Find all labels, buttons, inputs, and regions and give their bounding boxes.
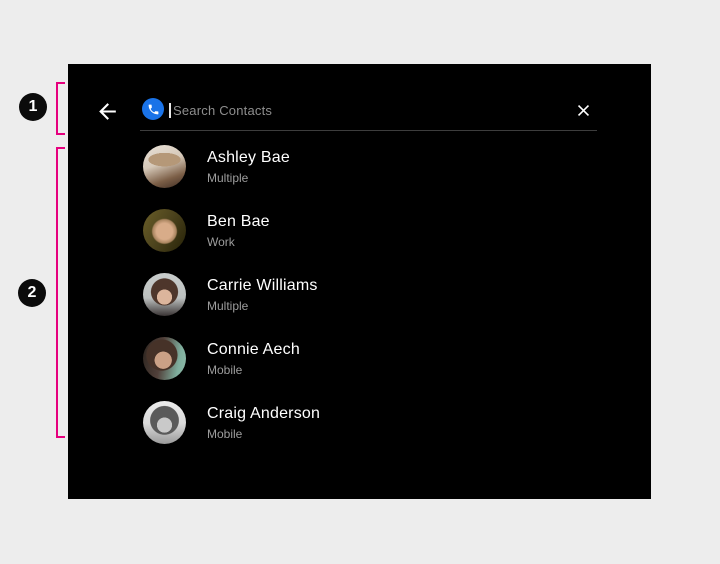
contact-row-connie-aech[interactable]: Connie Aech Mobile bbox=[68, 326, 651, 390]
contact-avatar bbox=[143, 273, 186, 316]
contact-search-screen: Search Contacts Ashley Bae Multiple bbox=[68, 64, 651, 499]
contact-phone-label: Work bbox=[207, 235, 270, 249]
contact-row-carrie-williams[interactable]: Carrie Williams Multiple bbox=[68, 262, 651, 326]
contact-avatar bbox=[143, 401, 186, 444]
contact-name: Carrie Williams bbox=[207, 276, 318, 295]
annotation-marker-2: 2 bbox=[18, 279, 46, 307]
contact-avatar bbox=[143, 337, 186, 380]
annotation-bracket-contact-list bbox=[56, 147, 65, 438]
close-button[interactable] bbox=[568, 95, 598, 125]
contact-row-ben-bae[interactable]: Ben Bae Work bbox=[68, 198, 651, 262]
contact-avatar bbox=[143, 145, 186, 188]
contact-phone-label: Mobile bbox=[207, 363, 300, 377]
close-icon bbox=[574, 101, 593, 120]
annotation-marker-1: 1 bbox=[19, 93, 47, 121]
phone-icon bbox=[142, 98, 164, 120]
contact-phone-label: Multiple bbox=[207, 171, 290, 185]
annotation-bracket-search-bar bbox=[56, 82, 65, 135]
back-button[interactable] bbox=[91, 95, 123, 127]
contact-row-ashley-bae[interactable]: Ashley Bae Multiple bbox=[68, 134, 651, 198]
annotation-marker-2-label: 2 bbox=[28, 284, 37, 302]
contact-name: Connie Aech bbox=[207, 340, 300, 359]
contact-name: Ben Bae bbox=[207, 212, 270, 231]
contact-list: Ashley Bae Multiple Ben Bae Work Carrie … bbox=[68, 134, 651, 454]
arrow-left-icon bbox=[95, 99, 120, 124]
contact-name: Ashley Bae bbox=[207, 148, 290, 167]
annotated-screenshot-page: 1 2 Search Contacts bbox=[0, 0, 720, 564]
contact-phone-label: Mobile bbox=[207, 427, 320, 441]
contact-phone-label: Multiple bbox=[207, 299, 318, 313]
contact-name: Craig Anderson bbox=[207, 404, 320, 423]
annotation-marker-1-label: 1 bbox=[29, 98, 38, 116]
contact-avatar bbox=[143, 209, 186, 252]
search-input[interactable]: Search Contacts bbox=[169, 100, 272, 120]
search-placeholder: Search Contacts bbox=[173, 103, 272, 118]
search-underline bbox=[140, 130, 597, 131]
contact-row-craig-anderson[interactable]: Craig Anderson Mobile bbox=[68, 390, 651, 454]
text-cursor bbox=[169, 103, 171, 118]
